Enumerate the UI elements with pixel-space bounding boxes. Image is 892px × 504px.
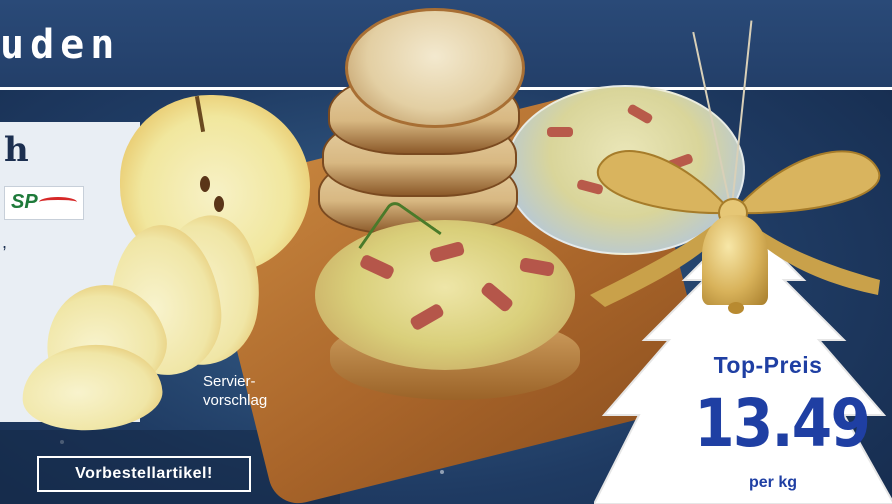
bell-icon (702, 215, 768, 305)
promo-stage: uden h SP , Vorbestellartikel! Servier- (0, 0, 892, 504)
serving-line-1: Servier- (203, 373, 256, 390)
bread-slice-top (345, 8, 525, 128)
serving-suggestion: Servier- vorschlag (203, 372, 267, 410)
banner-title: uden (0, 22, 121, 68)
price-value: 13.49 (694, 385, 871, 462)
logo-text: SP (11, 191, 38, 213)
apple-seed (214, 196, 224, 212)
panel-text-fragment: , (2, 232, 8, 252)
preorder-badge: Vorbestellartikel! (37, 456, 251, 492)
bow-loop-left (596, 150, 731, 215)
price-headline: Top-Preis (713, 352, 823, 378)
bell-clapper (728, 302, 744, 314)
bow-loop-right (734, 150, 881, 215)
sp-logo-icon: SP (4, 186, 84, 220)
apple-seed (200, 176, 210, 192)
spread-topping (315, 220, 575, 370)
sparkle-decoration (440, 470, 444, 474)
serving-line-2: vorschlag (203, 392, 268, 409)
panel-heading-fragment: h (4, 130, 29, 170)
price-unit: per kg (748, 474, 797, 491)
logo-swoosh (39, 197, 77, 207)
